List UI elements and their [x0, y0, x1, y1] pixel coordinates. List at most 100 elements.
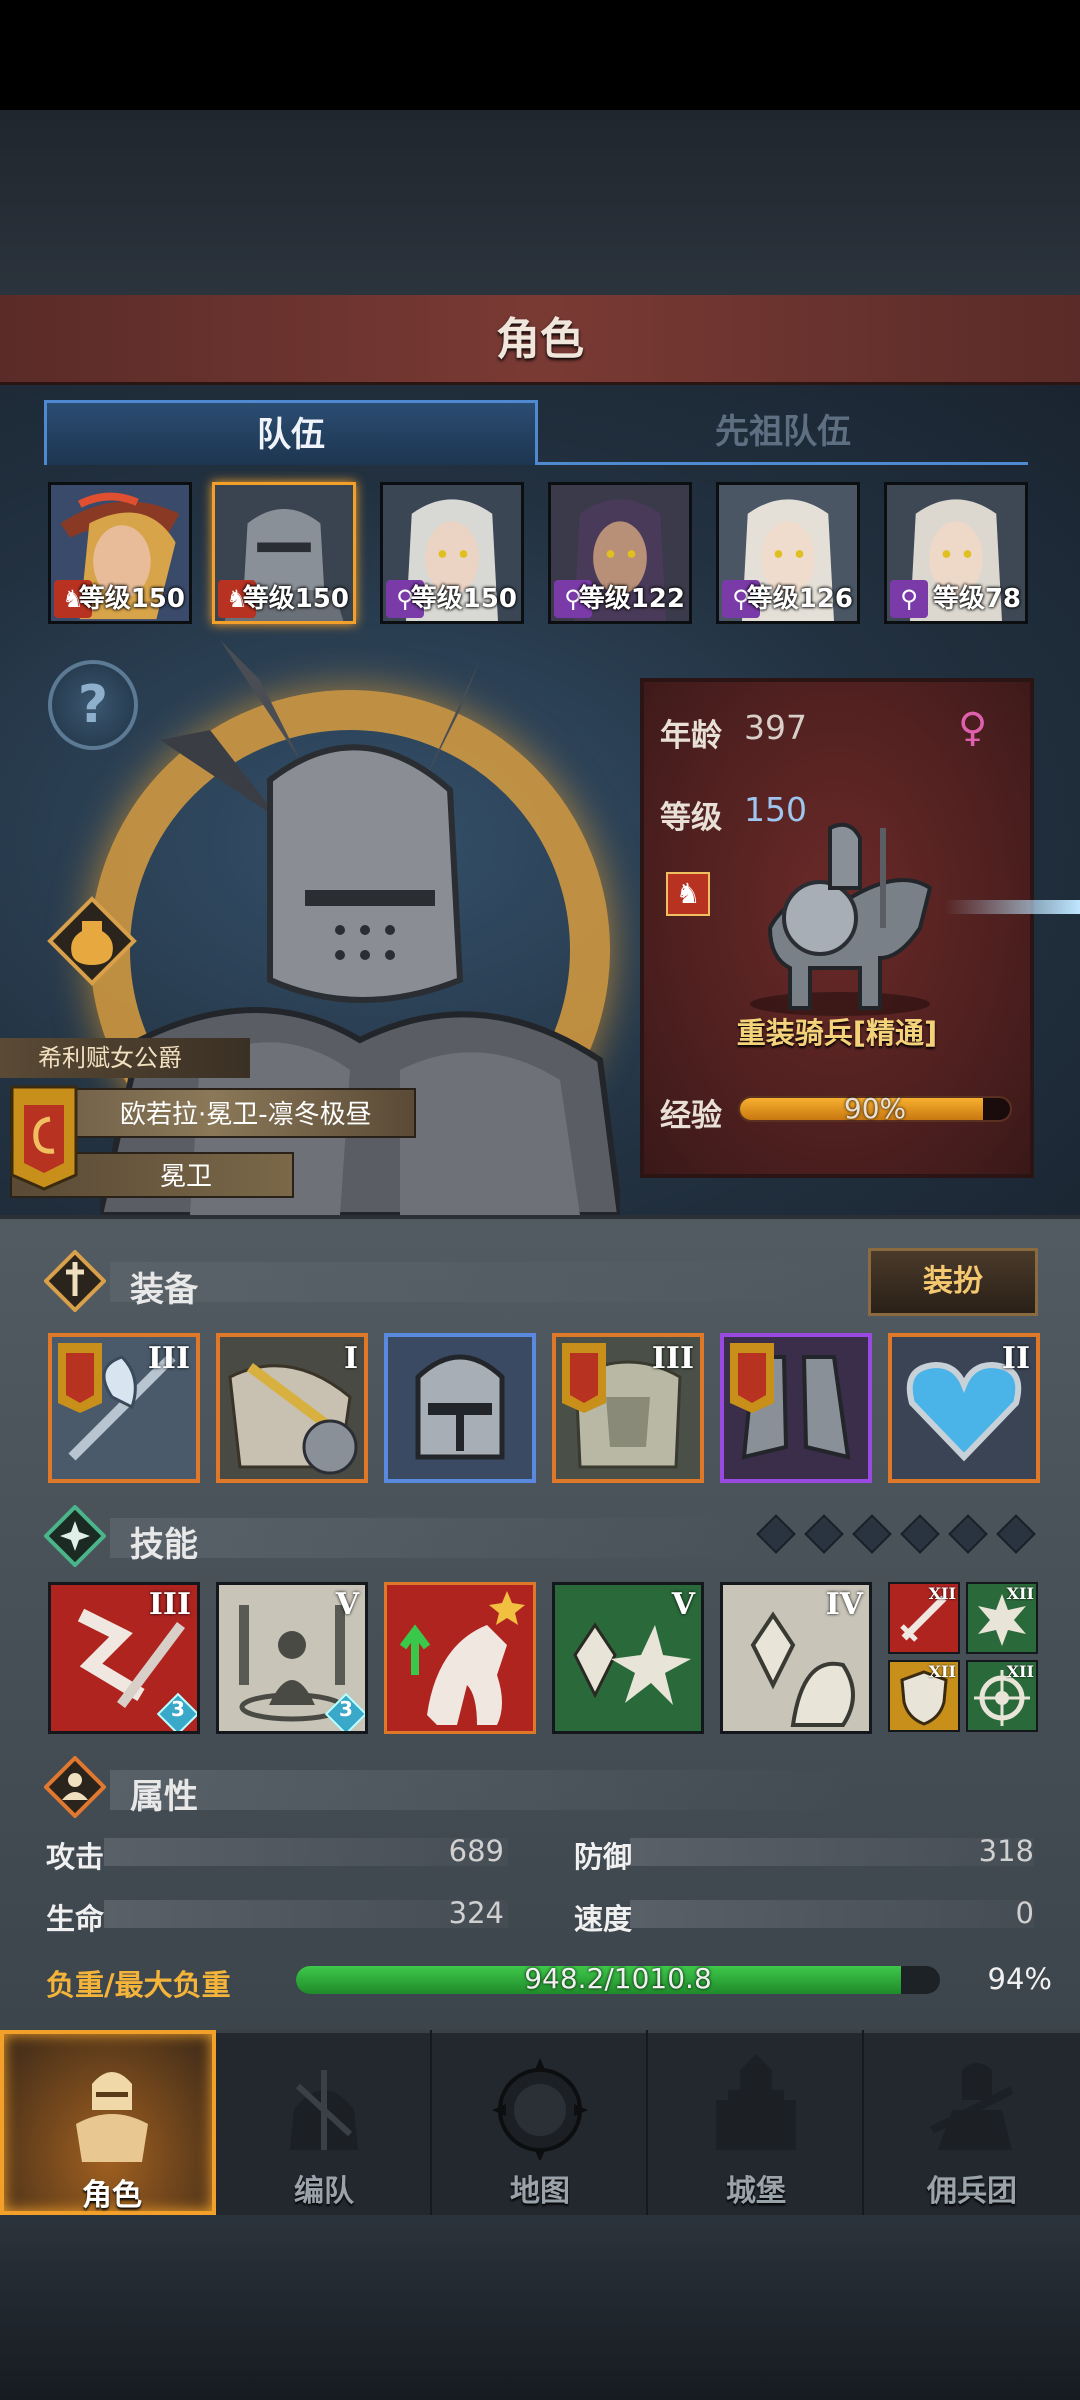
defense-value: 318: [978, 1834, 1034, 1868]
load-value: 948.2/1010.8: [524, 1962, 712, 1995]
sword-section-icon: [44, 1250, 106, 1312]
faction-banner-icon: [58, 1343, 102, 1413]
status-bar-area: [0, 0, 1080, 110]
bottom-backdrop: [0, 2215, 1080, 2400]
nav-label: 城堡: [726, 2174, 786, 2209]
helmet-icon: [388, 1337, 532, 1479]
tier-label: III: [148, 1587, 191, 1622]
nav-character[interactable]: 角色: [0, 2030, 216, 2215]
tier-label: XII: [1006, 1662, 1034, 1681]
hp-label: 生命: [46, 1902, 105, 1936]
attributes-title: 属性: [130, 1777, 198, 1817]
roster-level: 等级150: [410, 584, 517, 614]
gem-count: 3: [339, 1697, 353, 1721]
mini-skill-shield[interactable]: XII: [888, 1660, 960, 1732]
castle-icon: [716, 2054, 796, 2150]
defense-label: 防御: [574, 1840, 633, 1874]
knight-icon: [76, 2072, 148, 2162]
tier-label: XII: [928, 1662, 956, 1681]
skill-slot-2[interactable]: V 3: [216, 1582, 368, 1734]
faction-banner-icon: [10, 1085, 78, 1191]
skills-title: 技能: [130, 1525, 198, 1565]
staff-icon: ⚲: [900, 585, 918, 613]
equip-slot-weapon[interactable]: III: [48, 1333, 200, 1483]
mercenary-icon: [930, 2063, 1014, 2150]
roster-card-6[interactable]: ⚲ 等级78: [884, 482, 1028, 624]
compass-map-icon: [492, 2058, 588, 2160]
section-divider: [110, 1770, 850, 1810]
skill-slot-3[interactable]: [384, 1582, 536, 1734]
roster-card-2[interactable]: ♞ 等级150: [212, 482, 356, 624]
equipment-title: 装备: [130, 1270, 198, 1310]
hp-value: 324: [448, 1896, 504, 1930]
tab-team[interactable]: 队伍: [44, 400, 538, 465]
equip-slot-amulet[interactable]: II: [888, 1333, 1040, 1483]
class-badge: ⚲: [890, 580, 928, 618]
level-label: 等级: [660, 800, 722, 836]
tier-label: XII: [1006, 1584, 1034, 1603]
skill-slot-5[interactable]: IV: [720, 1582, 872, 1734]
roster-level: 等级150: [78, 584, 185, 614]
dress-up-button[interactable]: 装扮: [868, 1248, 1038, 1316]
section-divider: [110, 1262, 850, 1302]
roster-level: 等级126: [746, 584, 853, 614]
mini-skill-burst[interactable]: XII: [966, 1582, 1038, 1654]
skill-slot-1[interactable]: III 3: [48, 1582, 200, 1734]
tier-label: II: [1001, 1341, 1030, 1376]
roster-level: 等级150: [242, 584, 349, 614]
skill-section-icon: [44, 1505, 106, 1567]
section-divider: [110, 1518, 750, 1558]
nav-formation[interactable]: 编队: [216, 2030, 432, 2215]
speed-value: 0: [1015, 1896, 1034, 1930]
nav-map[interactable]: 地图: [432, 2030, 648, 2215]
screen-title: 角色: [496, 314, 584, 365]
attribute-section-icon: [44, 1756, 106, 1818]
mini-skill-target[interactable]: XII: [966, 1660, 1038, 1732]
load-percent: 94%: [987, 1962, 1052, 1996]
top-backdrop: [0, 110, 1080, 295]
roster-level: 等级78: [932, 584, 1021, 614]
roster-card-5[interactable]: ⚲ 等级126: [716, 482, 860, 624]
light-beam: [945, 900, 1080, 914]
age-value: 397: [744, 708, 807, 747]
roster-card-4[interactable]: ⚲ 等级122: [548, 482, 692, 624]
gem-count: 3: [171, 1697, 185, 1721]
tier-label: III: [651, 1341, 694, 1376]
roster-card-1[interactable]: ♞ 等级150: [48, 482, 192, 624]
nav-label: 佣兵团: [927, 2174, 1017, 2209]
gauntlet-icon: [220, 1337, 364, 1479]
tier-label: V: [671, 1587, 695, 1622]
female-icon: ♀: [958, 705, 988, 751]
equip-slot-armor[interactable]: III: [552, 1333, 704, 1483]
cavalry-skill-icon: [399, 1591, 525, 1725]
horse-icon: ♞: [666, 872, 710, 916]
formation-icon: [290, 2070, 358, 2150]
hero-title: 希利赋女公爵: [0, 1038, 250, 1078]
nav-castle[interactable]: 城堡: [648, 2030, 864, 2215]
equip-slot-helmet[interactable]: [384, 1333, 536, 1483]
title-bar: 角色: [0, 295, 1080, 385]
tier-label: III: [147, 1341, 190, 1376]
skill-slot-4[interactable]: V: [552, 1582, 704, 1734]
tier-label: I: [343, 1341, 358, 1376]
attack-label: 攻击: [46, 1840, 105, 1874]
attack-value: 689: [448, 1834, 504, 1868]
nav-label: 角色: [82, 2178, 142, 2213]
roster-card-3[interactable]: ⚲ 等级150: [380, 482, 524, 624]
mini-skill-sword[interactable]: XII: [888, 1582, 960, 1654]
tier-label: V: [335, 1587, 359, 1622]
age-label: 年龄: [660, 718, 722, 754]
faction-banner-icon: [562, 1343, 606, 1413]
equip-slot-gloves[interactable]: I: [216, 1333, 368, 1483]
tab-ancestor-team[interactable]: 先祖队伍: [538, 400, 1028, 465]
roster-level: 等级122: [578, 584, 685, 614]
nav-mercenary[interactable]: 佣兵团: [864, 2030, 1080, 2215]
nav-label: 编队: [294, 2174, 354, 2209]
tier-label: XII: [928, 1584, 956, 1603]
nav-label: 地图: [510, 2174, 570, 2209]
equip-slot-boots[interactable]: [720, 1333, 872, 1483]
faction-banner-icon: [730, 1343, 774, 1413]
speed-label: 速度: [574, 1902, 633, 1936]
heavy-cavalry-unit-icon[interactable]: [730, 808, 950, 1018]
potion-icon[interactable]: [46, 895, 138, 987]
